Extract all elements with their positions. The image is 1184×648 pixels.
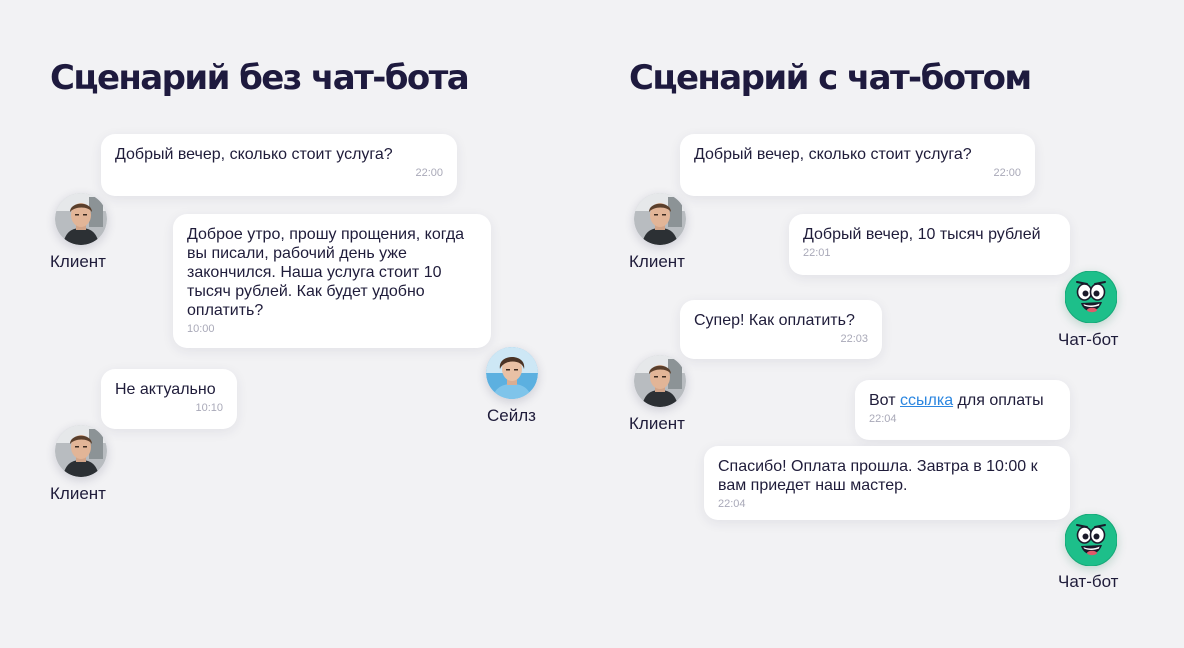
right-message-2: Добрый вечер, 10 тысяч рублей 22:01 bbox=[789, 214, 1070, 275]
bot-avatar bbox=[1065, 514, 1117, 566]
right-title: Сценарий с чат-ботом bbox=[629, 58, 1032, 98]
left-message-2: Доброе утро, прошу прощения, когда вы пи… bbox=[173, 214, 491, 348]
client-label: Клиент bbox=[629, 252, 685, 271]
right-message-4: Вот ссылка для оплаты 22:04 bbox=[855, 380, 1070, 440]
message-text: Доброе утро, прошу прощения, когда вы пи… bbox=[187, 226, 465, 319]
message-time: 10:00 bbox=[187, 323, 215, 335]
client-avatar-icon bbox=[634, 355, 686, 407]
message-text: Супер! Как оплатить? bbox=[694, 312, 855, 329]
message-text: Спасибо! Оплата прошла. Завтра в 10:00 к… bbox=[718, 458, 1038, 494]
client-label: Клиент bbox=[629, 414, 685, 433]
right-message-1: Добрый вечер, сколько стоит услуга? 22:0… bbox=[680, 134, 1035, 196]
client-avatar bbox=[634, 355, 686, 407]
sales-label: Сейлз bbox=[487, 406, 536, 425]
smiley-bot-icon bbox=[1065, 514, 1117, 566]
payment-link[interactable]: ссылка bbox=[900, 392, 953, 409]
right-message-5: Спасибо! Оплата прошла. Завтра в 10:00 к… bbox=[704, 446, 1070, 520]
client-avatar-icon bbox=[55, 193, 107, 245]
bot-avatar bbox=[1065, 271, 1117, 323]
sales-avatar-icon bbox=[486, 347, 538, 399]
message-time: 22:04 bbox=[718, 498, 746, 510]
message-text-after: для оплаты bbox=[953, 392, 1044, 409]
bot-label: Чат-бот bbox=[1058, 572, 1119, 591]
bot-label: Чат-бот bbox=[1058, 330, 1119, 349]
left-message-1: Добрый вечер, сколько стоит услуга? 22:0… bbox=[101, 134, 457, 196]
message-time: 22:00 bbox=[993, 167, 1021, 179]
right-message-3: Супер! Как оплатить? 22:03 bbox=[680, 300, 882, 359]
client-avatar bbox=[55, 193, 107, 245]
client-label: Клиент bbox=[50, 484, 106, 503]
left-title: Сценарий без чат-бота bbox=[50, 58, 470, 98]
sales-avatar bbox=[486, 347, 538, 399]
client-label: Клиент bbox=[50, 252, 106, 271]
message-time: 22:01 bbox=[803, 247, 831, 259]
message-time: 22:04 bbox=[869, 413, 897, 425]
message-time: 22:03 bbox=[840, 333, 868, 345]
message-time: 22:00 bbox=[415, 167, 443, 179]
client-avatar bbox=[55, 425, 107, 477]
left-message-3: Не актуально 10:10 bbox=[101, 369, 237, 429]
smiley-bot-icon bbox=[1065, 271, 1117, 323]
client-avatar bbox=[634, 193, 686, 245]
message-text: Добрый вечер, сколько стоит услуга? bbox=[694, 146, 972, 163]
message-text: Добрый вечер, сколько стоит услуга? bbox=[115, 146, 393, 163]
message-text: Вот ссылка для оплаты bbox=[869, 391, 1056, 410]
client-avatar-icon bbox=[55, 425, 107, 477]
message-text: Не актуально bbox=[115, 381, 216, 398]
client-avatar-icon bbox=[634, 193, 686, 245]
message-time: 10:10 bbox=[195, 402, 223, 414]
message-text: Добрый вечер, 10 тысяч рублей bbox=[803, 226, 1041, 243]
message-text-before: Вот bbox=[869, 392, 900, 409]
